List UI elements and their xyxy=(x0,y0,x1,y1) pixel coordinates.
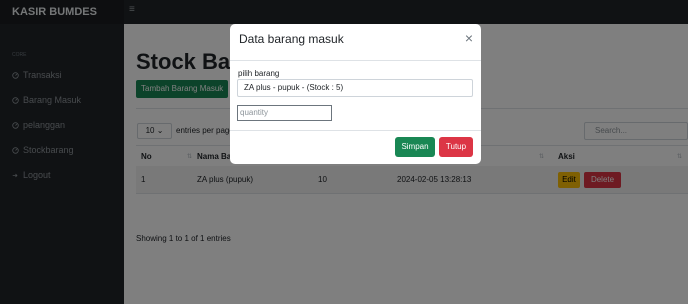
modal-divider xyxy=(230,130,481,131)
close-icon[interactable]: × xyxy=(465,31,473,45)
data-barang-masuk-modal: Data barang masuk × pilih barang ZA plus… xyxy=(230,24,481,164)
item-select[interactable]: ZA plus - pupuk - (Stock : 5) xyxy=(237,79,473,97)
modal-divider xyxy=(230,60,481,61)
save-button[interactable]: Simpan xyxy=(395,137,435,157)
select-item-label: pilih barang xyxy=(238,69,280,78)
modal-title: Data barang masuk xyxy=(239,32,344,46)
quantity-input[interactable]: quantity xyxy=(237,105,332,121)
close-button[interactable]: Tutup xyxy=(439,137,473,157)
